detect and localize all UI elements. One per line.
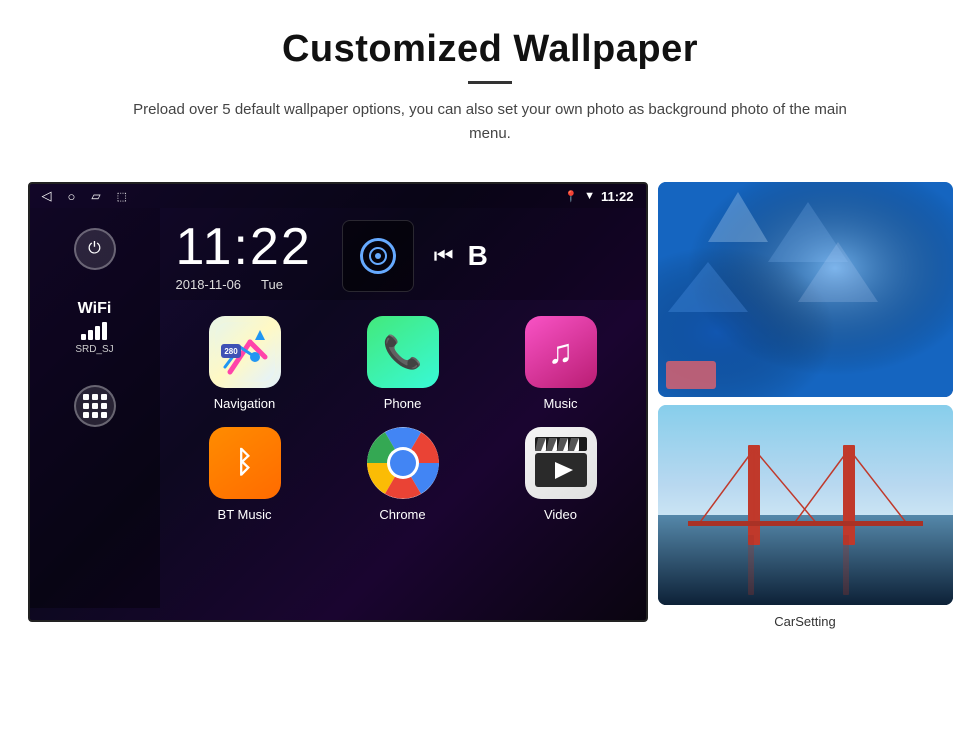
music-icon-symbol: ♫ bbox=[548, 333, 574, 372]
app-item-bt-music[interactable]: ᛒ BT Music bbox=[174, 427, 316, 522]
radio-inner-ring bbox=[369, 247, 387, 265]
wifi-bar-3 bbox=[95, 326, 100, 340]
bluetooth-letter-icon: B bbox=[468, 240, 488, 272]
wifi-bar-4 bbox=[102, 322, 107, 340]
wifi-label: WiFi bbox=[75, 300, 113, 318]
wallpaper-preview-bridge[interactable] bbox=[658, 405, 953, 605]
phone-icon-symbol: 📞 bbox=[383, 333, 423, 371]
status-bar-right: 📍 ▼ 11:22 bbox=[564, 189, 633, 204]
wallpaper-ice-bg bbox=[658, 182, 953, 397]
screenshot-icon[interactable]: ⬚ bbox=[117, 190, 127, 203]
page-wrapper: Customized Wallpaper Preload over 5 defa… bbox=[0, 0, 980, 651]
time-date-block: 11:22 2018-11-06 Tue bbox=[176, 221, 312, 292]
recents-icon[interactable]: ▱ bbox=[91, 189, 100, 203]
clock-date: 2018-11-06 Tue bbox=[176, 277, 283, 292]
video-icon-svg bbox=[533, 437, 589, 489]
video-app-icon bbox=[525, 427, 597, 499]
chrome-app-label: Chrome bbox=[379, 507, 425, 522]
wifi-network-name: SRD_SJ bbox=[75, 344, 113, 355]
media-playback-icons: ⏮ B bbox=[434, 240, 488, 272]
wifi-bar-1 bbox=[81, 334, 86, 340]
radio-icon bbox=[360, 238, 396, 274]
wifi-bar-2 bbox=[88, 330, 93, 340]
clock-time: 11:22 bbox=[176, 221, 312, 273]
app-item-phone[interactable]: 📞 Phone bbox=[332, 316, 474, 411]
video-app-label: Video bbox=[544, 507, 577, 522]
page-description: Preload over 5 default wallpaper options… bbox=[120, 98, 860, 146]
navigation-map-svg: 280 bbox=[215, 322, 275, 382]
app-grid: 280 Navigation 📞 bbox=[160, 300, 646, 532]
apps-grid-button[interactable] bbox=[74, 385, 116, 427]
bt-music-app-label: BT Music bbox=[218, 507, 272, 522]
media-icons bbox=[342, 220, 414, 292]
status-bar: ◁ ○ ▱ ⬚ 📍 ▼ 11:22 bbox=[30, 184, 646, 208]
chrome-icon-svg bbox=[367, 427, 439, 499]
title-divider bbox=[468, 81, 512, 84]
bridge-scene-svg bbox=[658, 405, 953, 605]
navigation-app-icon: 280 bbox=[209, 316, 281, 388]
wallpaper-preview-ice[interactable] bbox=[658, 182, 953, 397]
app-item-navigation[interactable]: 280 Navigation bbox=[174, 316, 316, 411]
carsetting-area: CarSetting bbox=[658, 613, 953, 631]
svg-text:280: 280 bbox=[224, 347, 238, 356]
status-bar-left: ◁ ○ ▱ ⬚ bbox=[42, 188, 128, 204]
back-icon[interactable]: ◁ bbox=[42, 188, 52, 204]
wallpaper-bridge-bg bbox=[658, 405, 953, 605]
music-app-label: Music bbox=[544, 396, 578, 411]
time-section: 11:22 2018-11-06 Tue bbox=[160, 208, 646, 300]
device-right: 11:22 2018-11-06 Tue bbox=[160, 208, 646, 608]
device-screen: ◁ ○ ▱ ⬚ 📍 ▼ 11:22 bbox=[28, 182, 648, 622]
phone-app-label: Phone bbox=[384, 396, 422, 411]
wifi-bars bbox=[75, 322, 113, 340]
radio-center-dot bbox=[375, 253, 381, 259]
left-sidebar: ⏻ WiFi SRD_SJ bbox=[30, 208, 160, 608]
home-icon[interactable]: ○ bbox=[68, 189, 76, 204]
navigation-app-label: Navigation bbox=[214, 396, 275, 411]
clock-day-value: Tue bbox=[261, 277, 283, 292]
page-title: Customized Wallpaper bbox=[60, 28, 920, 71]
clock-date-value: 2018-11-06 bbox=[176, 277, 242, 292]
wifi-info: WiFi SRD_SJ bbox=[75, 300, 113, 355]
skip-prev-icon[interactable]: ⏮ bbox=[434, 243, 454, 269]
wifi-status-icon: ▼ bbox=[584, 190, 595, 202]
header-section: Customized Wallpaper Preload over 5 defa… bbox=[0, 0, 980, 164]
app-item-video[interactable]: Video bbox=[490, 427, 632, 522]
phone-app-icon: 📞 bbox=[367, 316, 439, 388]
wallpaper-previews: CarSetting bbox=[658, 182, 953, 631]
device-overlay-thumbnail bbox=[666, 361, 716, 389]
main-content: ◁ ○ ▱ ⬚ 📍 ▼ 11:22 bbox=[0, 164, 980, 651]
carsetting-label-text: CarSetting bbox=[774, 614, 835, 629]
status-time: 11:22 bbox=[601, 189, 634, 204]
bluetooth-icon-symbol: ᛒ bbox=[236, 446, 254, 480]
app-item-chrome[interactable]: Chrome bbox=[332, 427, 474, 522]
grid-dots-icon bbox=[83, 394, 107, 418]
location-icon: 📍 bbox=[564, 190, 578, 203]
music-app-icon: ♫ bbox=[525, 316, 597, 388]
radio-widget[interactable] bbox=[342, 220, 414, 292]
power-button[interactable]: ⏻ bbox=[74, 228, 116, 270]
chrome-app-icon bbox=[367, 427, 439, 499]
app-item-music[interactable]: ♫ Music bbox=[490, 316, 632, 411]
bt-music-app-icon: ᛒ bbox=[209, 427, 281, 499]
device-body: ⏻ WiFi SRD_SJ bbox=[30, 208, 646, 608]
power-icon: ⏻ bbox=[88, 240, 101, 258]
